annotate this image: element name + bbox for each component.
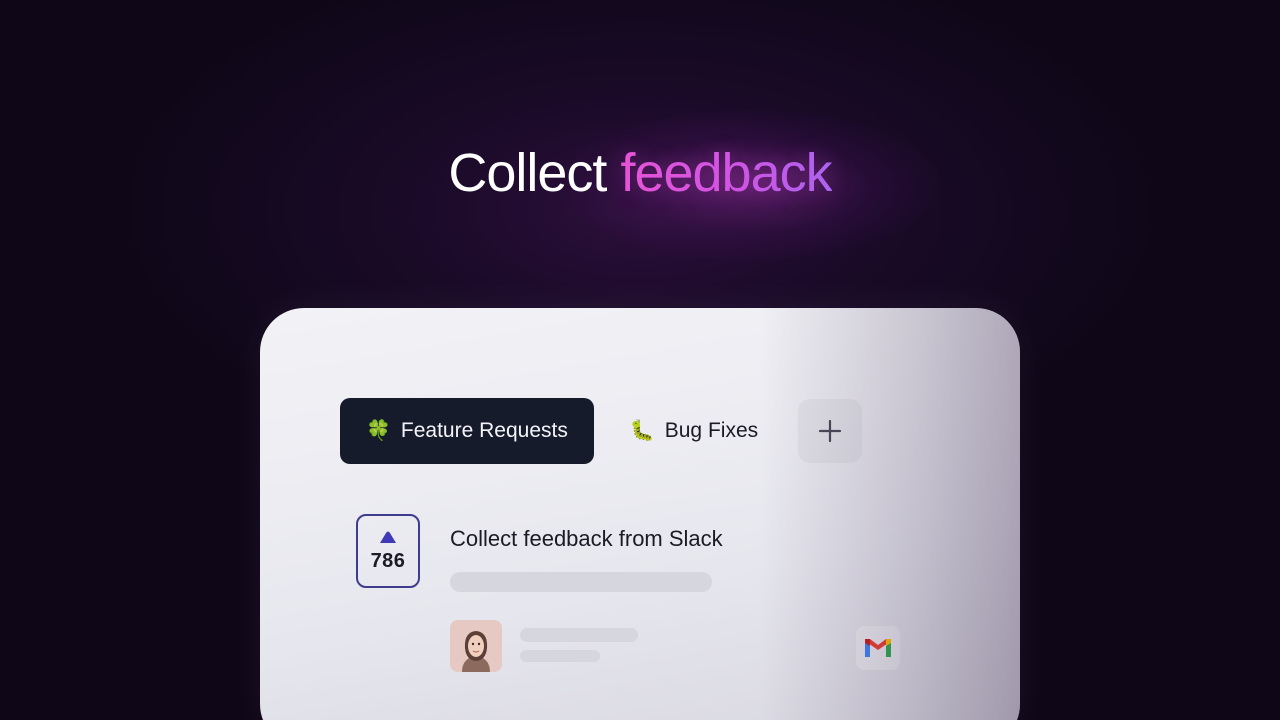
headline: Collect feedback [0, 140, 1280, 206]
upvote-button[interactable]: 786 [356, 514, 420, 588]
board-tabs: 🍀 Feature Requests 🐛 Bug Fixes [340, 398, 862, 464]
headline-accent: feedback [620, 143, 832, 203]
tab-label: Feature Requests [400, 419, 568, 442]
post-title: Collect feedback from Slack [450, 526, 723, 551]
feedback-board-card: 🍀 Feature Requests 🐛 Bug Fixes 786 Colle… [260, 308, 1020, 720]
person-avatar-icon [450, 620, 502, 672]
source-gmail [856, 626, 900, 670]
tab-feature-requests[interactable]: 🍀 Feature Requests [340, 398, 594, 464]
vote-count: 786 [370, 549, 406, 572]
avatar [450, 620, 502, 672]
gmail-icon [865, 639, 891, 657]
bug-icon: 🐛 [629, 420, 655, 442]
tab-bug-fixes[interactable]: 🐛 Bug Fixes [594, 398, 794, 464]
clover-icon: 🍀 [366, 420, 391, 442]
upvote-icon [380, 531, 396, 543]
post-description-placeholder [450, 572, 712, 592]
tab-label: Bug Fixes [664, 419, 759, 442]
plus-icon [819, 419, 842, 443]
author-date-placeholder [520, 650, 600, 662]
post-meta [450, 620, 920, 674]
author-name-placeholder [520, 628, 638, 642]
headline-plain: Collect [448, 143, 607, 203]
add-tab-button[interactable] [798, 399, 862, 463]
